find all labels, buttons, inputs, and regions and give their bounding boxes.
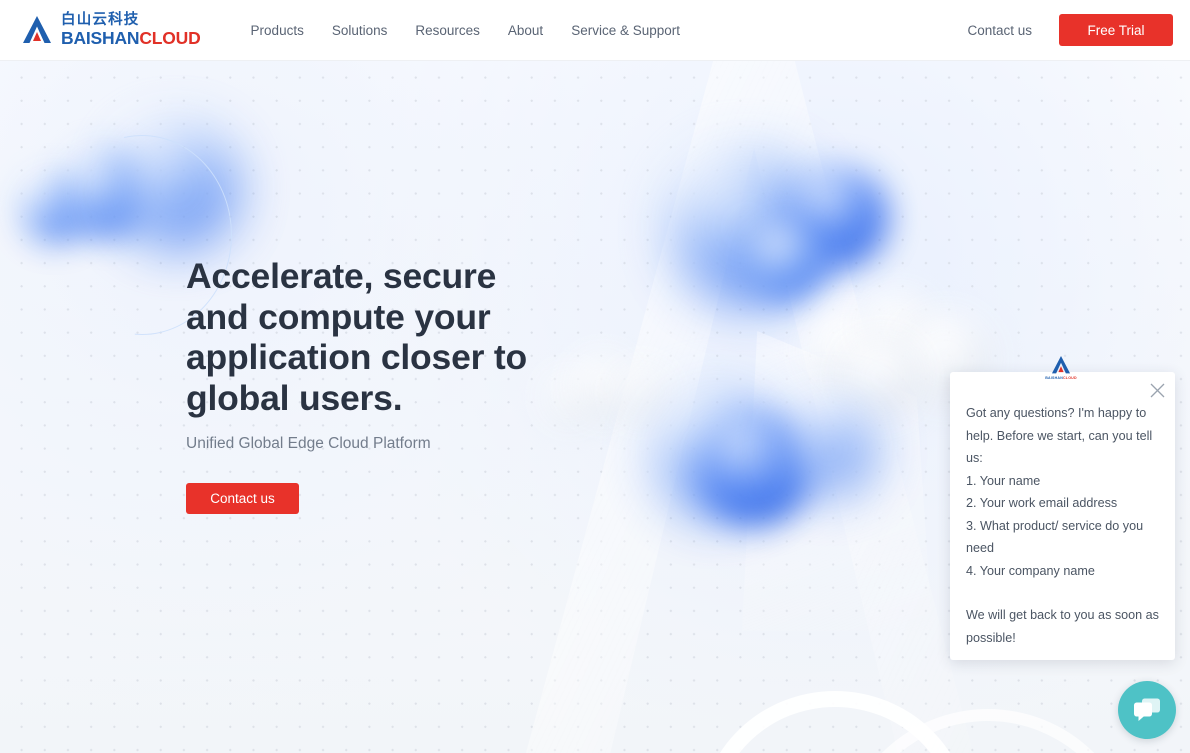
chat-message-body: Got any questions? I'm happy to help. Be… (950, 372, 1175, 659)
chat-bubble-icon (1134, 698, 1160, 721)
nav-item-solutions[interactable]: Solutions (318, 17, 402, 44)
chat-message-outro: We will get back to you as soon as possi… (966, 608, 1159, 645)
chat-message-spacer (966, 582, 1159, 604)
chat-avatar: BAISHANCLOUD (1038, 355, 1084, 385)
hero-title: Accelerate, secure and compute your appl… (186, 256, 528, 418)
brand-text: 白山云科技 BAISHANCLOUD (61, 11, 201, 48)
close-icon[interactable] (1149, 382, 1166, 399)
decorative-sphere (748, 221, 826, 299)
hero-contact-us-button[interactable]: Contact us (186, 483, 299, 514)
page-root: 白山云科技 BAISHANCLOUD Products Solutions Re… (0, 0, 1190, 753)
baishan-a-logo-icon (23, 16, 51, 43)
chat-avatar-text: BAISHANCLOUD (1045, 376, 1077, 380)
brand-logo[interactable]: 白山云科技 BAISHANCLOUD (20, 11, 201, 48)
nav-item-service-support[interactable]: Service & Support (557, 17, 694, 44)
chat-message-item-1: 1. Your name (966, 473, 1041, 488)
nav-item-resources[interactable]: Resources (401, 17, 494, 44)
nav-item-products[interactable]: Products (237, 17, 318, 44)
hero-subtitle: Unified Global Edge Cloud Platform (186, 435, 431, 452)
chat-avatar-baishan: BAISHAN (1045, 376, 1063, 380)
decorative-sphere (786, 405, 874, 493)
main-navigation: Products Solutions Resources About Servi… (237, 17, 694, 44)
chat-message-item-4: 4. Your company name (966, 563, 1095, 578)
chat-message-intro: Got any questions? I'm happy to help. Be… (966, 406, 1153, 465)
brand-name-en: BAISHANCLOUD (61, 28, 201, 48)
hero-content: Accelerate, secure and compute your appl… (186, 256, 566, 514)
decorative-sphere (616, 367, 668, 419)
chat-avatar-cloud: CLOUD (1063, 376, 1077, 380)
brand-name-cn: 白山云科技 (61, 11, 140, 28)
header-actions: Contact us Free Trial (967, 14, 1173, 46)
brand-name-cloud: CLOUD (139, 28, 201, 48)
baishan-a-logo-icon (1051, 355, 1071, 374)
chat-popup: BAISHANCLOUD Got any questions? I'm happ… (950, 355, 1175, 660)
free-trial-button[interactable]: Free Trial (1059, 14, 1173, 46)
chat-launcher-button[interactable] (1118, 681, 1176, 739)
nav-item-about[interactable]: About (494, 17, 557, 44)
header-contact-us-link[interactable]: Contact us (967, 23, 1032, 38)
chat-message-item-2: 2. Your work email address (966, 496, 1118, 510)
brand-name-baishan: BAISHAN (61, 28, 140, 48)
chat-message-item-3: 3. What product/ service do you need (966, 518, 1144, 556)
site-header: 白山云科技 BAISHANCLOUD Products Solutions Re… (0, 0, 1190, 61)
decorative-sphere (842, 337, 922, 417)
